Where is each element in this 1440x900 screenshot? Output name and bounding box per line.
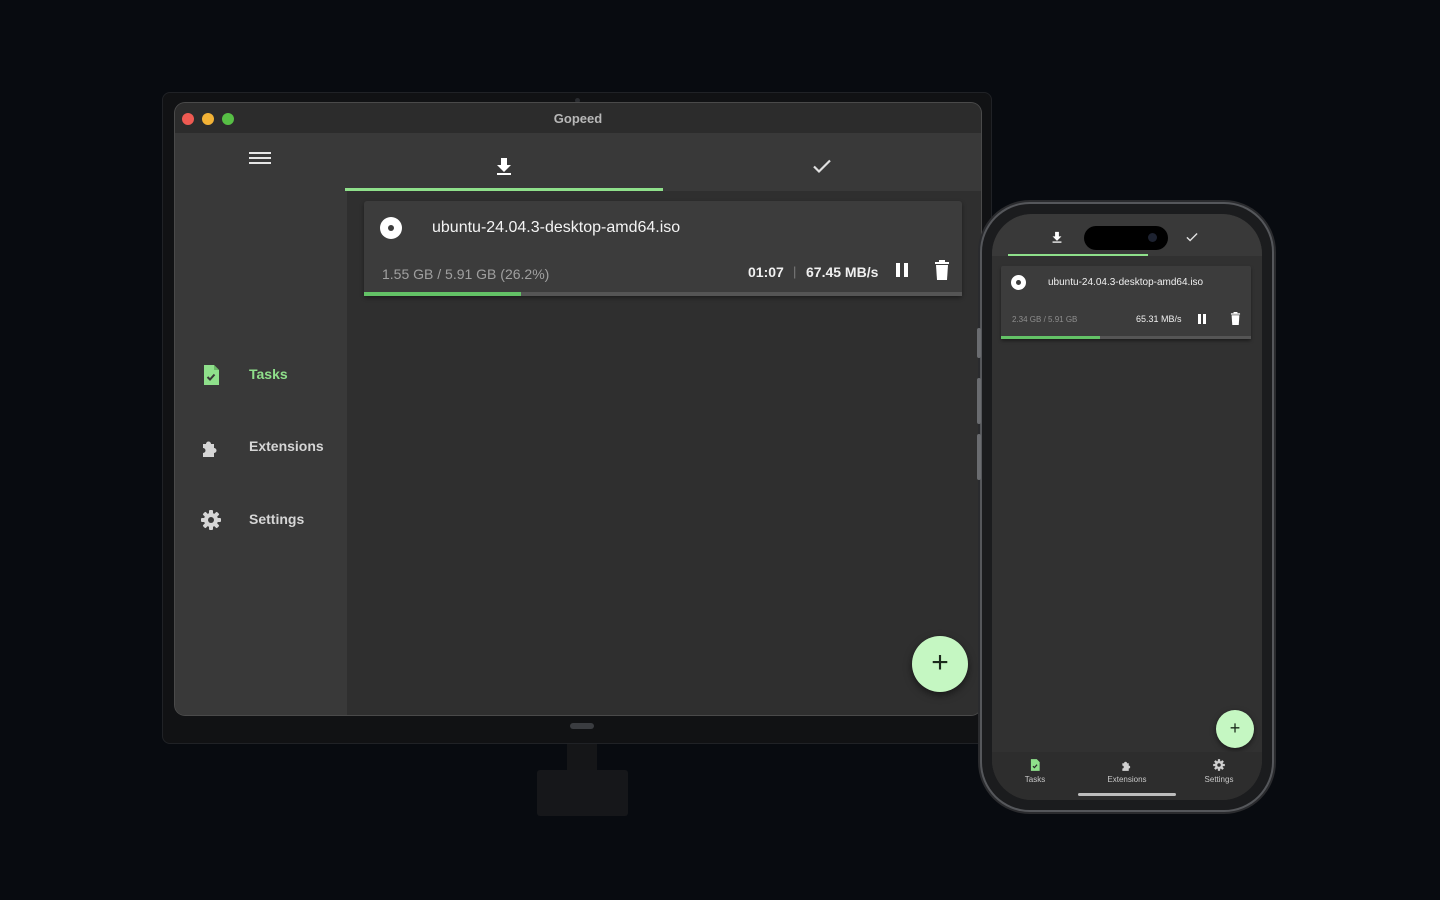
progress-fill xyxy=(1001,336,1100,339)
check-icon xyxy=(813,159,831,174)
task-separator: | xyxy=(793,264,797,279)
puzzle-icon xyxy=(203,441,217,457)
sidebar: Tasks Extensions Settings xyxy=(175,133,347,715)
progress-bar xyxy=(364,292,962,296)
sidebar-item-label: Settings xyxy=(249,511,305,527)
add-task-button[interactable]: + xyxy=(912,636,968,692)
nav-item-label: Extensions xyxy=(1107,775,1147,784)
check-icon xyxy=(1186,233,1198,242)
task-file-icon xyxy=(1030,759,1040,771)
monitor-stand-neck xyxy=(567,744,597,772)
task-list: ubuntu-24.04.3-desktop-amd64.iso 1.55 GB… xyxy=(347,191,981,715)
task-card[interactable]: ubuntu-24.04.3-desktop-amd64.iso 1.55 GB… xyxy=(364,201,962,296)
disc-file-icon xyxy=(1011,275,1026,290)
phone-side-button xyxy=(977,328,981,358)
hamburger-menu-icon[interactable] xyxy=(249,149,271,167)
mobile-phone: ubuntu-24.04.3-desktop-amd64.iso 2.34 GB… xyxy=(977,204,1272,810)
puzzle-icon xyxy=(1122,761,1131,771)
download-icon xyxy=(1052,231,1062,243)
nav-item-label: Settings xyxy=(1204,775,1234,784)
progress-fill xyxy=(364,292,521,296)
front-camera xyxy=(1148,233,1157,242)
phone-side-button xyxy=(977,378,981,424)
pause-icon[interactable] xyxy=(896,263,910,277)
dynamic-island xyxy=(1084,226,1168,250)
task-file-name: ubuntu-24.04.3-desktop-amd64.iso xyxy=(1048,277,1204,288)
task-remaining-time: 01:07 xyxy=(748,264,784,280)
task-card[interactable]: ubuntu-24.04.3-desktop-amd64.iso 2.34 GB… xyxy=(1001,266,1251,339)
title-bar[interactable]: Gopeed xyxy=(175,103,981,133)
task-file-name: ubuntu-24.04.3-desktop-amd64.iso xyxy=(432,219,681,236)
download-icon xyxy=(497,158,511,175)
delete-icon[interactable] xyxy=(1230,312,1241,325)
task-size-progress: 2.34 GB / 5.91 GB xyxy=(1012,315,1078,324)
monitor-stand-foot xyxy=(537,770,628,816)
tab-downloading[interactable] xyxy=(345,133,663,191)
pause-icon[interactable] xyxy=(1198,314,1208,324)
gear-icon xyxy=(201,510,221,530)
task-file-icon xyxy=(204,365,219,385)
sidebar-item-label: Tasks xyxy=(249,366,288,382)
progress-bar xyxy=(1001,336,1251,339)
monitor-logo xyxy=(570,723,594,729)
sidebar-item-label: Extensions xyxy=(249,438,324,454)
home-indicator xyxy=(1078,793,1176,796)
gear-icon xyxy=(1213,759,1225,771)
nav-item-tasks[interactable]: Tasks xyxy=(995,758,1075,794)
task-speed: 65.31 MB/s xyxy=(1136,314,1182,324)
delete-icon[interactable] xyxy=(934,260,950,280)
desktop-app-window: Gopeed Tasks Extensions Settings ubuntu-… xyxy=(175,103,981,715)
sidebar-item-extensions[interactable]: Extensions xyxy=(199,433,339,461)
sidebar-item-settings[interactable]: Settings xyxy=(199,506,339,534)
phone-side-button xyxy=(977,434,981,480)
task-size-progress: 1.55 GB / 5.91 GB (26.2%) xyxy=(382,266,550,282)
disc-file-icon xyxy=(380,217,402,239)
nav-item-label: Tasks xyxy=(1024,775,1046,784)
sidebar-item-tasks[interactable]: Tasks xyxy=(199,361,339,389)
task-tabs xyxy=(345,133,981,191)
add-task-button[interactable]: + xyxy=(1216,710,1254,748)
tab-completed[interactable] xyxy=(663,133,981,191)
mobile-screen: ubuntu-24.04.3-desktop-amd64.iso 2.34 GB… xyxy=(992,214,1262,800)
nav-item-extensions[interactable]: Extensions xyxy=(1087,758,1167,794)
window-title: Gopeed xyxy=(553,111,603,126)
task-speed: 67.45 MB/s xyxy=(806,264,879,280)
tab-indicator xyxy=(1008,254,1148,256)
nav-item-settings[interactable]: Settings xyxy=(1179,758,1259,794)
